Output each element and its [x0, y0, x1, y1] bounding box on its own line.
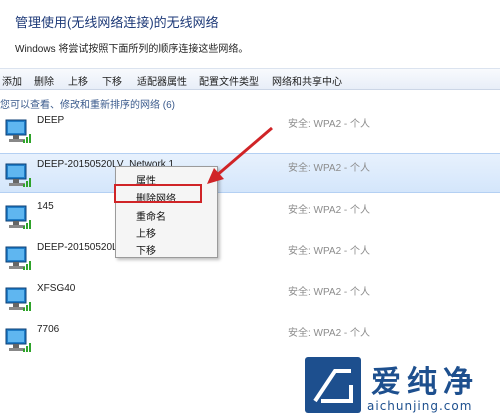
- delete-button[interactable]: 删除: [34, 73, 54, 88]
- network-security: 安全: WPA2 - 个人: [288, 205, 371, 216]
- context-menu: 属性 删除网络 重命名 上移 下移: [115, 166, 218, 258]
- brand-url: aichunjing.com: [367, 399, 473, 413]
- move-down-button[interactable]: 下移: [102, 73, 122, 88]
- brand-name: 爱纯净: [371, 365, 479, 400]
- watermark-logo: 爱纯净 aichunjing.com: [305, 355, 500, 417]
- wireless-network-icon: [5, 328, 31, 352]
- network-row[interactable]: 145 安全: WPA2 - 个人: [0, 196, 500, 236]
- context-menu-move-up[interactable]: 上移: [136, 225, 156, 240]
- network-security: 安全: WPA2 - 个人: [288, 328, 371, 339]
- network-count-info: 您可以查看、修改和重新排序的网络 (6): [0, 100, 175, 111]
- brand-logo-icon: [305, 357, 361, 413]
- window-header: 管理使用(无线网络连接)的无线网络 Windows 将尝试按照下面所列的顺序连接…: [0, 0, 500, 68]
- network-row[interactable]: DEEP-20150520LV 安全: WPA2 - 个人: [0, 237, 500, 277]
- add-button[interactable]: 添加: [2, 73, 22, 88]
- profile-type-button[interactable]: 配置文件类型: [199, 73, 259, 88]
- move-up-button[interactable]: 上移: [68, 73, 88, 88]
- network-name: 7706: [37, 324, 60, 335]
- page-subtitle: Windows 将尝试按照下面所列的顺序连接这些网络。: [15, 44, 249, 55]
- network-row-selected[interactable]: DEEP-20150520LV_Network 1 安全: WPA2 - 个人: [0, 153, 500, 193]
- network-security: 安全: WPA2 - 个人: [288, 246, 371, 257]
- context-menu-move-down[interactable]: 下移: [136, 242, 156, 257]
- wireless-network-icon: [5, 246, 31, 270]
- wireless-network-icon: [5, 119, 31, 143]
- network-name: DEEP: [37, 115, 65, 126]
- network-name: DEEP-20150520LV: [37, 242, 124, 253]
- wireless-network-icon: [5, 205, 31, 229]
- toolbar: 添加 删除 上移 下移 适配器属性 配置文件类型 网络和共享中心: [0, 68, 500, 90]
- network-name: 145: [37, 201, 54, 212]
- wireless-network-icon: [5, 163, 31, 187]
- page-title: 管理使用(无线网络连接)的无线网络: [15, 15, 219, 30]
- network-row[interactable]: DEEP 安全: WPA2 - 个人: [0, 110, 500, 150]
- network-security: 安全: WPA2 - 个人: [288, 119, 371, 130]
- context-menu-rename[interactable]: 重命名: [136, 208, 166, 223]
- network-security: 安全: WPA2 - 个人: [288, 287, 371, 298]
- adapter-properties-button[interactable]: 适配器属性: [137, 73, 187, 88]
- wireless-network-icon: [5, 287, 31, 311]
- network-sharing-center-button[interactable]: 网络和共享中心: [272, 73, 342, 88]
- network-row[interactable]: 7706 安全: WPA2 - 个人: [0, 319, 500, 359]
- network-security: 安全: WPA2 - 个人: [288, 163, 371, 174]
- delete-network-highlight-box: [114, 184, 202, 203]
- network-name: XFSG40: [37, 283, 76, 294]
- network-row[interactable]: XFSG40 安全: WPA2 - 个人: [0, 278, 500, 318]
